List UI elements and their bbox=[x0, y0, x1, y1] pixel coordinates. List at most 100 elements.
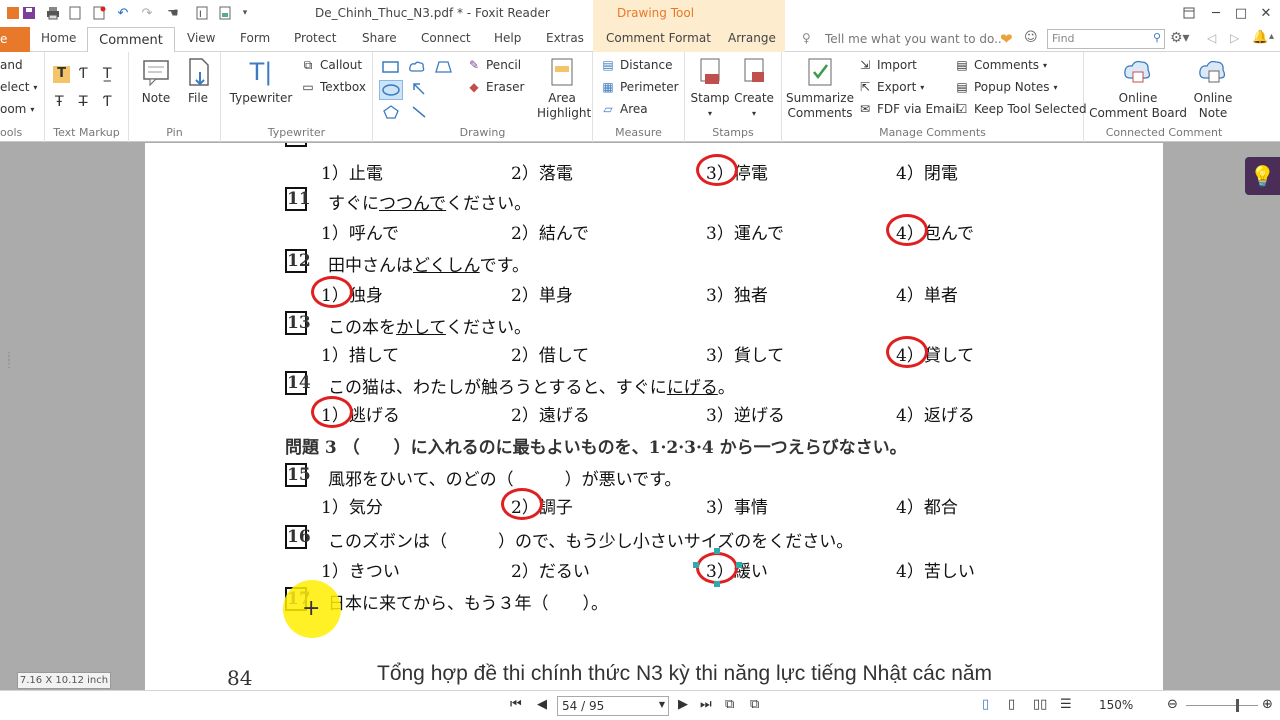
next-page-icon[interactable]: ▶ bbox=[678, 697, 688, 712]
notification-bell-icon[interactable]: 🔔 bbox=[1252, 30, 1268, 45]
typewriter-button[interactable]: T| Typewriter bbox=[229, 56, 293, 106]
squiggly-text-icon[interactable]: Ƭ bbox=[79, 66, 88, 82]
minimize-icon[interactable]: ─ bbox=[1205, 2, 1227, 24]
pencil-button[interactable]: ✎ Pencil bbox=[466, 58, 521, 72]
facing-view-icon[interactable]: ▯▯ bbox=[1033, 697, 1047, 712]
answer-circle-annotation[interactable] bbox=[696, 154, 738, 186]
pdf-page[interactable]: 1）止電 2）落電 3）停電 4）閉電 11 すぐにつつんでください。 1）呼んで 2）結んで… bbox=[145, 143, 1163, 690]
online-comment-board-button[interactable]: Online Comment Board bbox=[1088, 56, 1188, 121]
customize-toolbar-icon[interactable]: ▾ bbox=[236, 4, 254, 22]
select-button[interactable]: elect ▾ bbox=[0, 80, 37, 94]
close-icon[interactable]: ✕ bbox=[1255, 2, 1277, 24]
single-page-view-icon[interactable]: ▯ bbox=[982, 697, 989, 712]
area-highlight-button[interactable]: Area Highlight bbox=[537, 56, 591, 121]
zoom-slider-track[interactable] bbox=[1186, 705, 1258, 706]
tab-protect[interactable]: Protect bbox=[294, 31, 336, 45]
create-stamp-button[interactable]: Create ▾ bbox=[733, 56, 775, 121]
zoom-level[interactable]: 150% bbox=[1099, 698, 1133, 712]
previous-page-icon[interactable]: ◀ bbox=[537, 697, 547, 712]
stamp-button[interactable]: Stamp ▾ bbox=[689, 56, 731, 121]
redo-icon[interactable]: ↷ bbox=[138, 4, 156, 22]
distance-button[interactable]: ▤ Distance bbox=[600, 58, 672, 72]
maximize-icon[interactable]: □ bbox=[1230, 2, 1252, 24]
answer-circle-annotation[interactable] bbox=[696, 552, 738, 584]
oval-tool-selected[interactable] bbox=[379, 80, 403, 100]
tab-view[interactable]: View bbox=[187, 31, 215, 45]
next-view-icon[interactable]: ⧉ bbox=[750, 697, 759, 712]
tab-extras[interactable]: Extras bbox=[546, 31, 584, 45]
save-icon[interactable] bbox=[20, 4, 38, 22]
zoom-slider-thumb[interactable] bbox=[1236, 699, 1239, 712]
hand-button[interactable]: and bbox=[0, 58, 23, 72]
answer-circle-annotation[interactable] bbox=[311, 396, 353, 428]
note-button[interactable]: Note bbox=[139, 56, 173, 106]
continuous-facing-view-icon[interactable]: ☰ bbox=[1060, 697, 1072, 712]
eraser-button[interactable]: ◆ Eraser bbox=[466, 80, 524, 94]
export-button[interactable]: ⇱ Export ▾ bbox=[857, 80, 924, 94]
tab-file[interactable]: e bbox=[0, 27, 30, 52]
settings-gear-icon[interactable]: ⚙▾ bbox=[1170, 30, 1190, 46]
tab-comment-format[interactable]: Comment Format bbox=[606, 31, 711, 45]
file-attach-button[interactable]: File bbox=[181, 56, 215, 106]
forward-arrow-icon[interactable]: ▷ bbox=[1230, 31, 1239, 45]
summarize-comments-button[interactable]: Summarize Comments bbox=[786, 56, 854, 121]
last-page-icon[interactable]: ⏭ bbox=[700, 697, 712, 712]
snapshot-icon[interactable] bbox=[216, 4, 234, 22]
answer-circle-annotation[interactable] bbox=[501, 488, 543, 520]
cloud-icon[interactable] bbox=[408, 60, 426, 74]
tips-lightbulb-icon[interactable]: 💡 bbox=[1245, 157, 1280, 195]
tab-share[interactable]: Share bbox=[362, 31, 397, 45]
answer-circle-annotation[interactable] bbox=[886, 336, 928, 368]
tell-me-box[interactable]: Tell me what you want to do.. bbox=[825, 32, 1002, 46]
hand-tool-icon[interactable]: ☚ bbox=[164, 4, 182, 22]
pentagon-icon[interactable] bbox=[382, 105, 400, 119]
find-input[interactable]: Find ⚲ bbox=[1047, 29, 1165, 49]
previous-view-icon[interactable]: ⧉ bbox=[725, 697, 734, 712]
replace-text-icon[interactable]: T̶ bbox=[79, 94, 88, 110]
panel-splitter-handle[interactable]: ⋮ ⋮ ⋮ bbox=[4, 352, 14, 370]
undo-icon[interactable]: ↶ bbox=[114, 4, 132, 22]
feedback-heart-icon[interactable]: ❤ bbox=[1000, 30, 1013, 48]
tab-arrange[interactable]: Arrange bbox=[728, 31, 776, 45]
open-icon[interactable] bbox=[66, 4, 84, 22]
back-arrow-icon[interactable]: ◁ bbox=[1207, 31, 1216, 45]
selection-handle[interactable] bbox=[714, 581, 720, 587]
import-button[interactable]: ⇲ Import bbox=[857, 58, 917, 72]
comments-button[interactable]: ▤ Comments ▾ bbox=[954, 58, 1047, 72]
tab-form[interactable]: Form bbox=[240, 31, 270, 45]
continuous-view-icon[interactable]: ▯ bbox=[1008, 697, 1015, 712]
collapse-ribbon-icon[interactable]: ▴ bbox=[1269, 31, 1274, 42]
restore-panel-icon[interactable] bbox=[1178, 2, 1200, 24]
highlight-text-icon[interactable]: T bbox=[53, 66, 70, 83]
new-doc-icon[interactable] bbox=[90, 4, 108, 22]
tab-home[interactable]: Home bbox=[41, 31, 76, 45]
popup-notes-button[interactable]: ▤ Popup Notes ▾ bbox=[954, 80, 1057, 94]
selection-handle[interactable] bbox=[736, 562, 742, 568]
answer-circle-annotation[interactable] bbox=[311, 276, 353, 308]
search-icon[interactable]: ⚲ bbox=[1153, 31, 1161, 44]
perimeter-button[interactable]: ▦ Perimeter bbox=[600, 80, 678, 94]
keep-tool-selected-checkbox[interactable]: ☑ Keep Tool Selected bbox=[954, 102, 1087, 116]
arrow-icon[interactable] bbox=[410, 82, 428, 96]
zoom-in-icon[interactable]: ⊕ bbox=[1262, 697, 1273, 712]
first-page-icon[interactable]: ⏮ bbox=[510, 697, 522, 712]
underline-text-icon[interactable]: T̲ bbox=[103, 66, 112, 82]
tab-comment[interactable]: Comment bbox=[87, 27, 175, 53]
zoom-button[interactable]: oom ▾ bbox=[0, 102, 34, 116]
select-text-icon[interactable]: I bbox=[193, 4, 211, 22]
zoom-out-icon[interactable]: ⊖ bbox=[1167, 697, 1178, 712]
answer-circle-annotation[interactable] bbox=[886, 214, 928, 246]
fdf-email-button[interactable]: ✉ FDF via Email bbox=[857, 102, 959, 116]
tab-connect[interactable]: Connect bbox=[421, 31, 471, 45]
rectangle-icon[interactable] bbox=[382, 60, 400, 74]
insert-text-icon[interactable]: Ƭ bbox=[103, 94, 112, 110]
online-note-button[interactable]: Online Note bbox=[1188, 56, 1238, 121]
selection-handle[interactable] bbox=[693, 562, 699, 568]
page-number-field[interactable]: 54 / 95 ▼ bbox=[557, 696, 669, 716]
print-icon[interactable] bbox=[44, 4, 62, 22]
area-measure-button[interactable]: ▱ Area bbox=[600, 102, 647, 116]
strikeout-text-icon[interactable]: Ŧ bbox=[55, 94, 64, 110]
polygon-icon[interactable] bbox=[434, 60, 452, 74]
line-icon[interactable] bbox=[410, 105, 428, 119]
user-icon[interactable]: ☺ bbox=[1024, 30, 1038, 45]
